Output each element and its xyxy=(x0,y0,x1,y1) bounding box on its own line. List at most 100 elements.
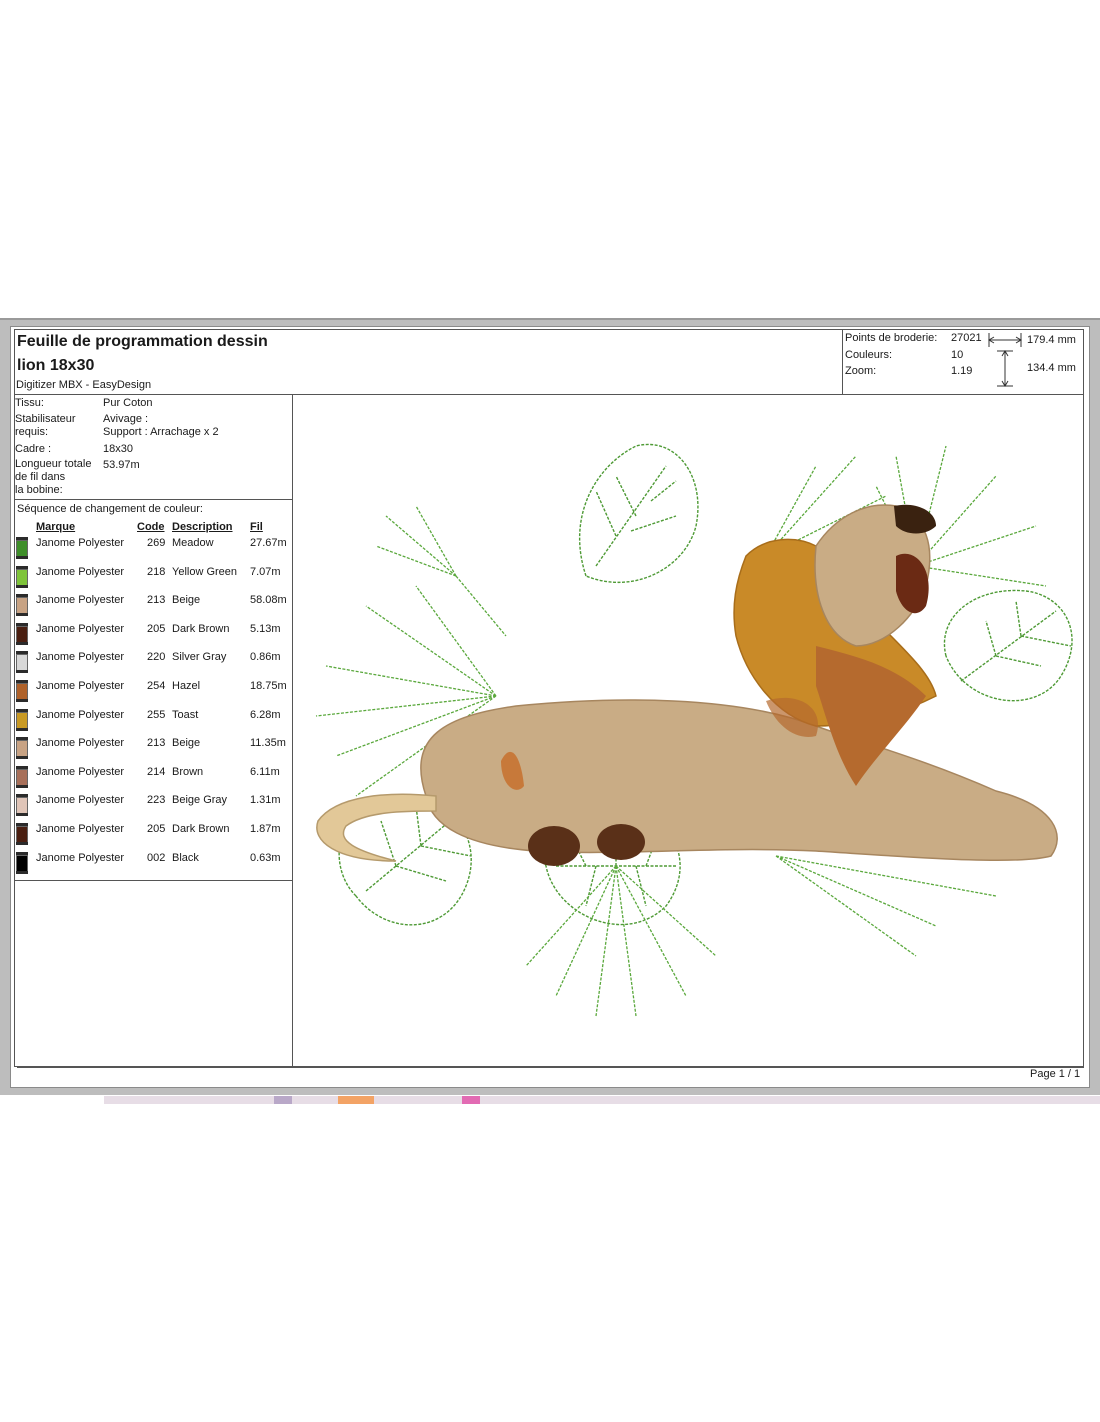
thread-spool-icon xyxy=(16,622,28,645)
thread-spool-icon xyxy=(16,765,28,788)
thread-code: 205 xyxy=(147,622,166,635)
hoop-value: 18x30 xyxy=(103,443,133,455)
thread-code: 205 xyxy=(147,823,166,835)
thread-description: Brown xyxy=(172,765,204,778)
thread-length: 7.07m xyxy=(250,565,281,578)
thread-brand: Janome Polyester xyxy=(36,794,125,807)
fabric-value: Pur Coton xyxy=(103,397,153,409)
thread-code: 213 xyxy=(147,737,166,750)
thread-length: 1.31m xyxy=(250,794,281,807)
list-item: Janome Polyester 205 Dark Brown 1.87m xyxy=(14,823,292,851)
list-item: Janome Polyester 254 Hazel 18.75m xyxy=(14,680,292,708)
column-header-code: Code xyxy=(137,521,165,533)
thread-length: 18.75m xyxy=(250,680,287,692)
taskbar-strip xyxy=(104,1096,1100,1104)
stabilizer-value: Support : Arrachage x 2 xyxy=(103,426,219,438)
design-name: lion 18x30 xyxy=(17,357,95,374)
thread-spool-icon xyxy=(16,537,28,559)
thread-length: 1.87m xyxy=(250,823,281,835)
thread-brand: Janome Polyester xyxy=(36,708,125,721)
thread-description: Black xyxy=(172,851,199,864)
zoom-label: Zoom: xyxy=(845,365,877,377)
fabric-label: Tissu: xyxy=(15,397,44,409)
thread-brand: Janome Polyester xyxy=(36,737,125,750)
lion-embroidery-image xyxy=(315,443,1073,1017)
thread-description: Beige Gray xyxy=(172,794,228,807)
list-item: Janome Polyester 269 Meadow 27.67m xyxy=(14,537,292,565)
column-header-description: Description xyxy=(172,521,233,533)
thread-length: 6.28m xyxy=(250,708,281,721)
stabilizer-label: requis: xyxy=(15,426,49,438)
thread-code: 213 xyxy=(147,594,166,607)
thread-length: 58.08m xyxy=(250,594,287,607)
thread-length: 11.35m xyxy=(250,737,286,750)
divider xyxy=(14,880,293,881)
thread-length-label: Longueur totale xyxy=(15,458,92,470)
thread-code: 218 xyxy=(147,565,166,578)
stitch-count-value: 27021 xyxy=(951,332,982,344)
software-name: Digitizer MBX - EasyDesign xyxy=(16,379,152,391)
column-header-thread: Fil xyxy=(250,521,263,533)
thread-spool-icon xyxy=(16,794,28,817)
thread-code: 223 xyxy=(147,794,166,807)
thread-code: 255 xyxy=(147,708,166,721)
thread-brand: Janome Polyester xyxy=(36,594,125,607)
thread-brand: Janome Polyester xyxy=(36,651,125,664)
thread-brand: Janome Polyester xyxy=(36,622,125,635)
thread-description: Dark Brown xyxy=(172,823,230,835)
list-item: Janome Polyester 205 Dark Brown 5.13m xyxy=(14,622,292,651)
thread-spool-icon xyxy=(16,708,28,731)
thread-spool-icon xyxy=(16,737,28,760)
thread-length: 5.13m xyxy=(250,622,281,635)
column-header-brand: Marque xyxy=(36,521,76,533)
page-number: Page 1 / 1 xyxy=(1030,1068,1081,1080)
thread-spool-icon xyxy=(16,680,28,702)
thread-description: Beige xyxy=(172,594,201,607)
dimension-arrows-icon xyxy=(988,333,1022,387)
stabilizer-label: Stabilisateur xyxy=(15,413,76,425)
thread-brand: Janome Polyester xyxy=(36,537,125,549)
thread-length-label: de fil dans xyxy=(15,471,66,483)
thread-description: Yellow Green xyxy=(172,565,238,578)
thread-brand: Janome Polyester xyxy=(36,765,125,778)
design-width: 179.4 mm xyxy=(1027,334,1076,346)
list-item: Janome Polyester 214 Brown 6.11m xyxy=(14,765,292,794)
list-item: Janome Polyester 220 Silver Gray 0.86m xyxy=(14,651,292,679)
thread-code: 002 xyxy=(147,851,166,864)
thread-code: 254 xyxy=(147,680,166,692)
thread-description: Toast xyxy=(172,708,199,721)
stitch-count-label: Points de broderie: xyxy=(845,332,938,344)
thread-brand: Janome Polyester xyxy=(36,823,125,835)
thread-spool-icon xyxy=(16,823,28,845)
thread-description: Beige xyxy=(172,737,201,750)
list-item: Janome Polyester 213 Beige 58.08m xyxy=(14,594,292,622)
thread-description: Meadow xyxy=(172,537,214,549)
thread-spool-icon xyxy=(16,851,28,874)
list-item: Janome Polyester 002 Black 0.63m xyxy=(14,851,292,880)
thread-length: 6.11m xyxy=(250,765,280,778)
thread-spool-icon xyxy=(16,565,28,588)
thread-length: 27.67m xyxy=(250,537,287,549)
thread-description: Silver Gray xyxy=(172,651,227,664)
thread-length-label: la bobine: xyxy=(15,484,63,496)
thread-code: 220 xyxy=(147,651,166,664)
list-item: Janome Polyester 255 Toast 6.28m xyxy=(14,708,292,737)
colors-value: 10 xyxy=(951,349,964,361)
thread-code: 269 xyxy=(147,537,166,549)
stabilizer-value: Avivage : xyxy=(103,413,149,425)
list-item: Janome Polyester 218 Yellow Green 7.07m xyxy=(14,565,292,594)
thread-description: Hazel xyxy=(172,680,201,692)
thread-brand: Janome Polyester xyxy=(36,851,125,864)
sheet-title: Feuille de programmation dessin xyxy=(17,333,268,350)
thread-spool-icon xyxy=(16,594,28,617)
thread-brand: Janome Polyester xyxy=(36,680,125,692)
thread-description: Dark Brown xyxy=(172,622,230,635)
list-item: Janome Polyester 223 Beige Gray 1.31m xyxy=(14,794,292,822)
design-height: 134.4 mm xyxy=(1027,362,1076,374)
thread-brand: Janome Polyester xyxy=(36,565,125,578)
thread-code: 214 xyxy=(147,765,166,778)
zoom-value: 1.19 xyxy=(951,365,973,377)
thread-length-value: 53.97m xyxy=(103,459,140,471)
footer-divider xyxy=(17,1067,1084,1068)
colors-label: Couleurs: xyxy=(845,349,893,361)
